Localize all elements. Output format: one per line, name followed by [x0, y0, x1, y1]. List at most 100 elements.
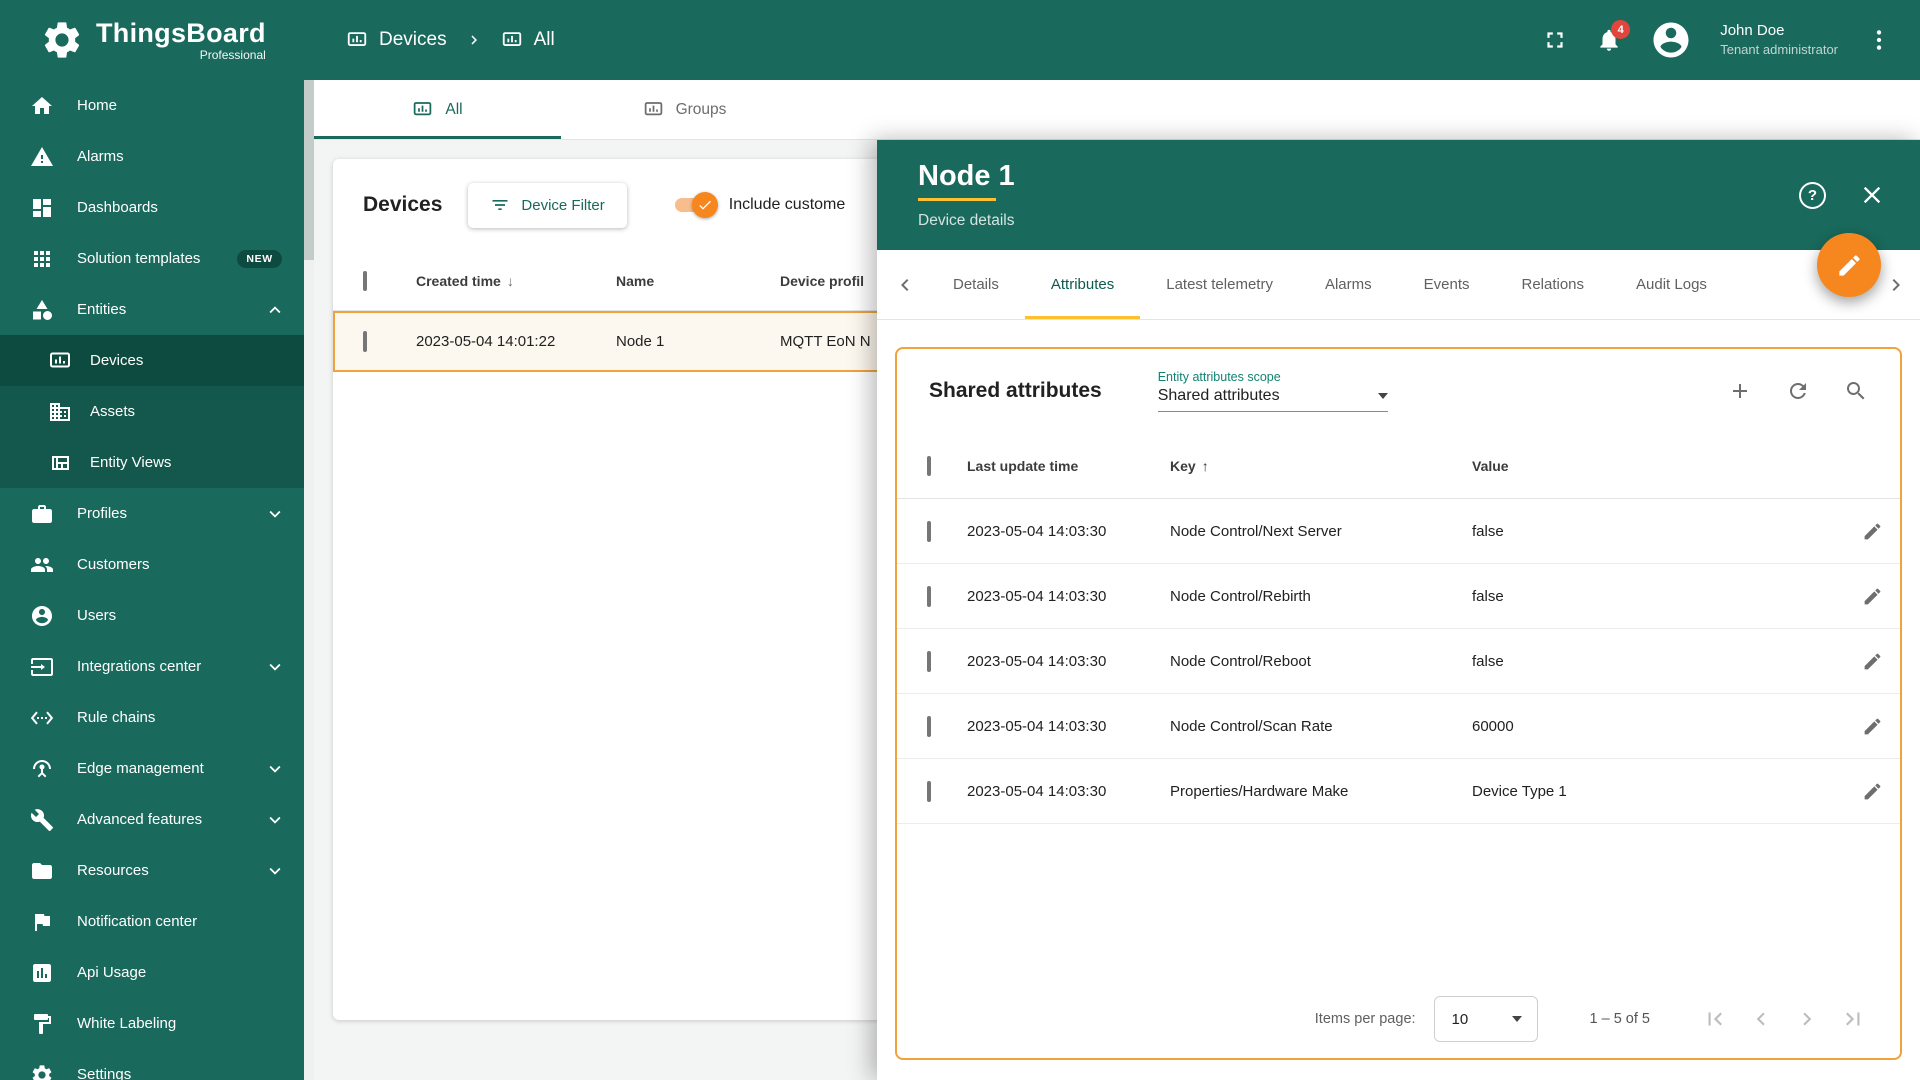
attribute-row[interactable]: 2023-05-04 14:03:30 Node Control/Scan Ra…: [897, 694, 1900, 759]
row-checkbox[interactable]: [927, 650, 931, 672]
breadcrumb-all[interactable]: All: [501, 29, 555, 51]
chevron-down-icon: [264, 758, 286, 780]
attributes-title: Shared attributes: [929, 379, 1102, 402]
column-last-update-time[interactable]: Last update time: [967, 458, 1170, 474]
drawer-entity-title: Node 1: [918, 160, 1015, 192]
tabs-scroll-left-icon[interactable]: [883, 273, 927, 297]
attribute-row[interactable]: 2023-05-04 14:03:30 Properties/Hardware …: [897, 759, 1900, 824]
attribute-row[interactable]: 2023-05-04 14:03:30 Node Control/Rebirth…: [897, 564, 1900, 629]
sidebar-item-rule-chains[interactable]: Rule chains: [0, 692, 304, 743]
column-value[interactable]: Value: [1472, 458, 1844, 474]
tab-events[interactable]: Events: [1398, 250, 1496, 319]
row-checkbox[interactable]: [927, 780, 931, 802]
profiles-icon: [32, 504, 52, 523]
advanced-features-icon: [30, 808, 53, 831]
app-logo[interactable]: ThingsBoard Professional: [0, 18, 304, 62]
scope-label: Entity attributes scope: [1157, 370, 1281, 384]
help-icon[interactable]: ?: [1799, 181, 1826, 209]
row-checkbox[interactable]: [363, 331, 367, 352]
integrations-icon: [31, 657, 53, 676]
row-checkbox[interactable]: [927, 715, 931, 737]
device-filter-button[interactable]: Device Filter: [468, 182, 627, 228]
tab-relations[interactable]: Relations: [1495, 250, 1610, 319]
sidebar-item-advanced-features[interactable]: Advanced features: [0, 794, 304, 845]
rule-chains-icon: [30, 710, 54, 725]
include-customers-toggle-group: Include custome: [674, 192, 845, 218]
row-checkbox[interactable]: [927, 520, 931, 542]
sidebar-item-white-labeling[interactable]: White Labeling: [0, 998, 304, 1049]
attribute-row[interactable]: 2023-05-04 14:03:30 Node Control/Next Se…: [897, 499, 1900, 564]
column-name[interactable]: Name: [616, 273, 780, 289]
sidebar-item-edge-management[interactable]: Edge management: [0, 743, 304, 794]
value-cell: Device Type 1: [1472, 782, 1567, 800]
sidebar-item-devices[interactable]: Devices: [0, 335, 304, 386]
include-customers-toggle[interactable]: [674, 192, 718, 218]
previous-page-icon[interactable]: [1748, 1006, 1774, 1032]
refresh-icon[interactable]: [1786, 379, 1810, 403]
sidebar-item-solution-templates[interactable]: Solution templates NEW: [0, 233, 304, 284]
select-all-checkbox[interactable]: [927, 455, 931, 476]
edit-attribute-icon[interactable]: [1844, 651, 1900, 672]
sidebar-item-settings[interactable]: Settings: [0, 1049, 304, 1080]
sidebar-item-resources[interactable]: Resources: [0, 845, 304, 896]
edit-attribute-icon[interactable]: [1844, 521, 1900, 542]
tab-latest-telemetry[interactable]: Latest telemetry: [1140, 250, 1299, 319]
edit-fab-button[interactable]: [1817, 233, 1881, 297]
close-icon[interactable]: [1858, 181, 1886, 209]
column-created-time[interactable]: Created time ↓: [416, 273, 616, 289]
sidebar-item-entity-views[interactable]: Entity Views: [0, 437, 304, 488]
devices-title: Devices: [363, 193, 443, 216]
row-checkbox[interactable]: [927, 585, 931, 607]
attributes-scope-select[interactable]: Entity attributes scope Shared attribute…: [1157, 370, 1388, 412]
user-avatar[interactable]: [1650, 19, 1692, 61]
sidebar-item-integrations-center[interactable]: Integrations center: [0, 641, 304, 692]
select-all-checkbox[interactable]: [363, 270, 367, 291]
edit-attribute-icon[interactable]: [1844, 586, 1900, 607]
sidebar-item-dashboards[interactable]: Dashboards: [0, 182, 304, 233]
filter-icon: [492, 200, 508, 210]
next-page-icon[interactable]: [1794, 1006, 1820, 1032]
tabs-scroll-right-icon[interactable]: [1874, 273, 1918, 297]
sidebar-scrollbar[interactable]: [304, 80, 314, 1080]
attributes-card: Shared attributes Entity attributes scop…: [895, 347, 1902, 1060]
sidebar-item-notification-center[interactable]: Notification center: [0, 896, 304, 947]
tab-all[interactable]: All: [314, 80, 561, 139]
sidebar-item-customers[interactable]: Customers: [0, 539, 304, 590]
new-badge: NEW: [237, 249, 282, 268]
edit-attribute-icon[interactable]: [1844, 716, 1900, 737]
edit-attribute-icon[interactable]: [1844, 781, 1900, 802]
value-cell: false: [1472, 652, 1504, 670]
sidebar-scrollbar-thumb[interactable]: [304, 80, 314, 260]
first-page-icon[interactable]: [1702, 1006, 1728, 1032]
chevron-up-icon: [264, 299, 286, 321]
notifications-bell-icon[interactable]: 4: [1596, 20, 1631, 53]
time-cell: 2023-05-04 14:03:30: [967, 522, 1107, 540]
sidebar-item-entities[interactable]: Entities: [0, 284, 304, 335]
fullscreen-icon[interactable]: [1542, 27, 1568, 53]
tab-details[interactable]: Details: [927, 250, 1025, 319]
sidebar-item-api-usage[interactable]: Api Usage: [0, 947, 304, 998]
tab-audit-logs[interactable]: Audit Logs: [1610, 250, 1733, 319]
sidebar-item-assets[interactable]: Assets: [0, 386, 304, 437]
tab-attributes[interactable]: Attributes: [1024, 250, 1141, 319]
tab-groups[interactable]: Groups: [561, 80, 808, 139]
sidebar-item-alarms[interactable]: Alarms: [0, 131, 304, 182]
entities-icon: [33, 299, 52, 320]
breadcrumb-devices[interactable]: Devices: [346, 29, 447, 51]
add-attribute-icon[interactable]: [1728, 379, 1752, 403]
sidebar-item-home[interactable]: Home: [0, 80, 304, 131]
alarms-warning-icon: [31, 146, 53, 166]
drawer-tab-bar: Details Attributes Latest telemetry Alar…: [877, 250, 1920, 320]
attribute-row[interactable]: 2023-05-04 14:03:30 Node Control/Reboot …: [897, 629, 1900, 694]
name-cell: Node 1: [616, 333, 665, 350]
column-key[interactable]: Key ↑: [1170, 458, 1472, 474]
kebab-menu-icon[interactable]: [1866, 27, 1892, 53]
sidebar-item-users[interactable]: Users: [0, 590, 304, 641]
items-per-page-select[interactable]: 10: [1433, 996, 1538, 1042]
tab-alarms[interactable]: Alarms: [1299, 250, 1398, 319]
sidebar-item-profiles[interactable]: Profiles: [0, 488, 304, 539]
last-page-icon[interactable]: [1840, 1006, 1866, 1032]
value-cell: false: [1472, 522, 1504, 540]
search-icon[interactable]: [1844, 379, 1868, 403]
chevron-down-icon: [264, 809, 286, 831]
